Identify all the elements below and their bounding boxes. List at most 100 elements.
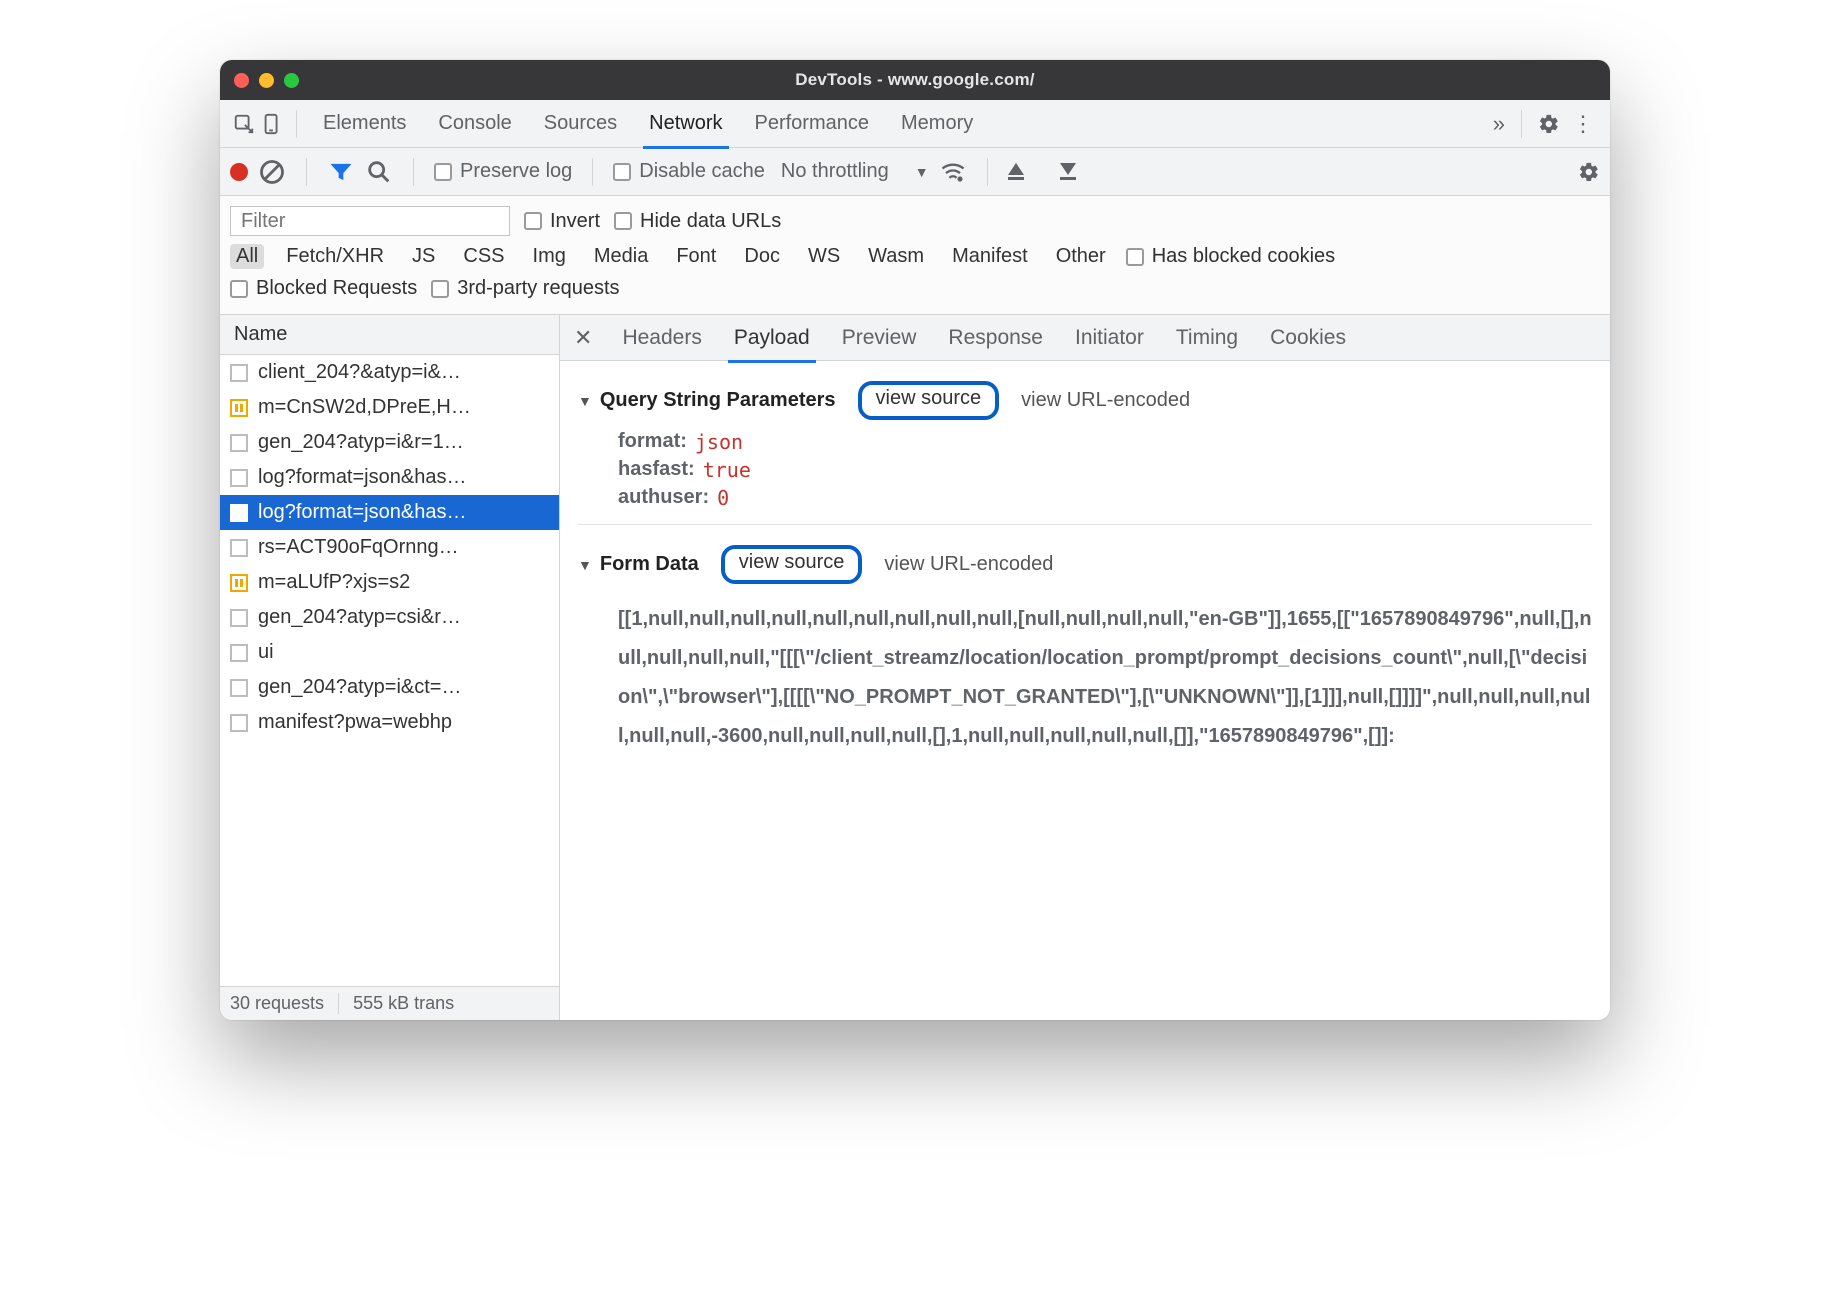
- invert-label: Invert: [550, 210, 600, 233]
- main-tabs: Elements Console Sources Network Performance…: [321, 102, 975, 145]
- checkbox-icon: [434, 163, 452, 181]
- tab-memory[interactable]: Memory: [899, 102, 975, 145]
- export-har-icon[interactable]: [1060, 163, 1076, 180]
- divider: [413, 158, 414, 186]
- request-row[interactable]: manifest?pwa=webhp: [220, 705, 559, 740]
- filter-type-wasm[interactable]: Wasm: [862, 244, 930, 269]
- param-value: 0: [717, 486, 729, 510]
- zoom-window-button[interactable]: [284, 73, 299, 88]
- request-list-header[interactable]: Name: [220, 315, 559, 355]
- filter-type-font[interactable]: Font: [670, 244, 722, 269]
- divider: [296, 110, 297, 138]
- filter-type-fetch-xhr[interactable]: Fetch/XHR: [280, 244, 390, 269]
- detail-tab-cookies[interactable]: Cookies: [1270, 317, 1346, 359]
- filter-type-all[interactable]: All: [230, 244, 264, 269]
- filter-type-img[interactable]: Img: [527, 244, 572, 269]
- disclosure-triangle-icon: ▼: [578, 557, 592, 573]
- minimize-window-button[interactable]: [259, 73, 274, 88]
- disable-cache-label: Disable cache: [639, 160, 765, 183]
- tab-performance[interactable]: Performance: [753, 102, 872, 145]
- detail-tab-payload[interactable]: Payload: [734, 317, 810, 359]
- formdata-section-header[interactable]: ▼ Form Data view source view URL-encoded: [578, 537, 1592, 594]
- third-party-label: 3rd-party requests: [457, 277, 619, 300]
- network-conditions-icon[interactable]: [939, 158, 967, 186]
- request-row[interactable]: log?format=json&has…: [220, 460, 559, 495]
- filter-type-manifest[interactable]: Manifest: [946, 244, 1034, 269]
- script-icon: [230, 574, 248, 592]
- throttling-label: No throttling: [781, 160, 889, 183]
- request-row[interactable]: ui: [220, 635, 559, 670]
- formdata-raw: [[1,null,null,null,null,null,null,null,n…: [578, 594, 1592, 756]
- request-name: m=CnSW2d,DPreE,H…: [258, 396, 471, 419]
- qsp-view-source-link[interactable]: view source: [858, 381, 1000, 420]
- request-row[interactable]: m=aLUfP?xjs=s2: [220, 565, 559, 600]
- tab-elements[interactable]: Elements: [321, 102, 408, 145]
- filter-type-js[interactable]: JS: [406, 244, 441, 269]
- payload-body: ▼ Query String Parameters view source vi…: [560, 361, 1610, 1020]
- close-detail-icon[interactable]: ✕: [574, 325, 592, 351]
- detail-tab-preview[interactable]: Preview: [842, 317, 917, 359]
- kebab-menu-icon[interactable]: ⋮: [1566, 111, 1600, 137]
- document-icon: [230, 644, 248, 662]
- import-har-icon[interactable]: [1008, 163, 1024, 180]
- detail-tab-initiator[interactable]: Initiator: [1075, 317, 1144, 359]
- divider: [1521, 110, 1522, 138]
- disable-cache-toggle[interactable]: Disable cache: [613, 160, 765, 183]
- filter-type-css[interactable]: CSS: [457, 244, 510, 269]
- hide-data-urls-toggle[interactable]: Hide data URLs: [614, 210, 781, 233]
- has-blocked-cookies-toggle[interactable]: Has blocked cookies: [1126, 245, 1335, 268]
- filter-type-list: All Fetch/XHR JS CSS Img Media Font Doc WS Wasm Ma…: [230, 244, 1112, 269]
- qsp-param: authuser:0: [578, 486, 1592, 514]
- param-key: format:: [618, 430, 687, 454]
- filter-input[interactable]: [230, 206, 510, 236]
- detail-tab-timing[interactable]: Timing: [1176, 317, 1238, 359]
- window-title: DevTools - www.google.com/: [220, 70, 1610, 90]
- formdata-view-source-link[interactable]: view source: [721, 545, 863, 584]
- detail-tab-response[interactable]: Response: [948, 317, 1043, 359]
- filter-type-doc[interactable]: Doc: [738, 244, 786, 269]
- request-name: rs=ACT90oFqOrnng…: [258, 536, 459, 559]
- request-row[interactable]: rs=ACT90oFqOrnng…: [220, 530, 559, 565]
- filter-icon[interactable]: [327, 158, 355, 186]
- request-row[interactable]: client_204?&atyp=i&…: [220, 355, 559, 390]
- request-row[interactable]: gen_204?atyp=i&ct=…: [220, 670, 559, 705]
- qsp-view-encoded-link[interactable]: view URL-encoded: [1021, 389, 1190, 412]
- request-row[interactable]: gen_204?atyp=i&r=1…: [220, 425, 559, 460]
- qsp-title: Query String Parameters: [600, 389, 836, 412]
- record-button[interactable]: [230, 163, 248, 181]
- caret-down-icon: ▼: [915, 164, 929, 180]
- request-name: gen_204?atyp=csi&r…: [258, 606, 461, 629]
- preserve-log-toggle[interactable]: Preserve log: [434, 160, 572, 183]
- status-bar: 30 requests 555 kB trans: [220, 986, 559, 1020]
- more-tabs-icon[interactable]: »: [1493, 111, 1505, 137]
- device-toolbar-icon[interactable]: [258, 110, 286, 138]
- blocked-requests-toggle[interactable]: Blocked Requests: [230, 277, 417, 300]
- close-window-button[interactable]: [234, 73, 249, 88]
- tab-sources[interactable]: Sources: [542, 102, 619, 145]
- has-blocked-cookies-label: Has blocked cookies: [1152, 245, 1335, 268]
- document-icon: [230, 609, 248, 627]
- filter-type-media[interactable]: Media: [588, 244, 654, 269]
- request-row[interactable]: gen_204?atyp=csi&r…: [220, 600, 559, 635]
- inspect-element-icon[interactable]: [230, 110, 258, 138]
- tab-network[interactable]: Network: [647, 102, 724, 145]
- request-row[interactable]: log?format=json&has…: [220, 495, 559, 530]
- request-name: gen_204?atyp=i&r=1…: [258, 431, 464, 454]
- formdata-view-encoded-link[interactable]: view URL-encoded: [884, 553, 1053, 576]
- settings-icon[interactable]: [1538, 113, 1560, 135]
- third-party-toggle[interactable]: 3rd-party requests: [431, 277, 619, 300]
- throttling-select[interactable]: No throttling ▼: [781, 160, 929, 183]
- checkbox-icon: [614, 212, 632, 230]
- request-name: manifest?pwa=webhp: [258, 711, 452, 734]
- filter-type-other[interactable]: Other: [1050, 244, 1112, 269]
- request-row[interactable]: m=CnSW2d,DPreE,H…: [220, 390, 559, 425]
- filter-type-ws[interactable]: WS: [802, 244, 846, 269]
- search-icon[interactable]: [365, 158, 393, 186]
- network-settings-icon[interactable]: [1578, 161, 1600, 183]
- request-detail-panel: ✕ Headers Payload Preview Response Initiator…: [560, 315, 1610, 1020]
- clear-icon[interactable]: [258, 158, 286, 186]
- invert-toggle[interactable]: Invert: [524, 210, 600, 233]
- qsp-section-header[interactable]: ▼ Query String Parameters view source vi…: [578, 373, 1592, 430]
- detail-tab-headers[interactable]: Headers: [622, 317, 701, 359]
- tab-console[interactable]: Console: [436, 102, 513, 145]
